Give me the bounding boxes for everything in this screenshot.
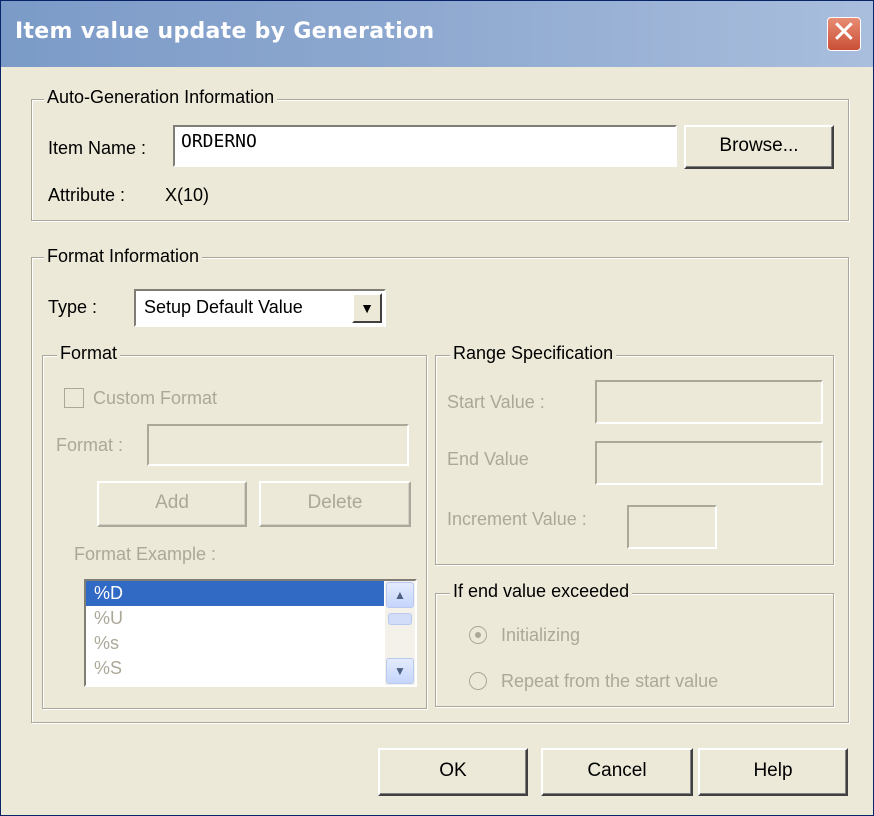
range-specification-legend: Range Specification [450, 343, 617, 364]
list-item[interactable]: %S [86, 656, 384, 681]
browse-button[interactable]: Browse... [684, 125, 834, 169]
format-example-label: Format Example : [74, 544, 217, 564]
chevron-down-icon[interactable]: ▼ [352, 293, 382, 323]
add-button[interactable]: Add [97, 481, 247, 527]
custom-format-label: Custom Format [93, 388, 218, 408]
repeat-label: Repeat from the start value [501, 671, 719, 691]
scroll-thumb[interactable] [388, 613, 412, 625]
end-value-label: End Value [447, 449, 529, 469]
type-select[interactable]: Setup Default Value ▼ [134, 289, 386, 327]
format-label: Format : [56, 435, 124, 455]
help-button[interactable]: Help [698, 748, 848, 796]
scroll-down-icon[interactable]: ▼ [386, 658, 414, 684]
item-name-label: Item Name : [48, 138, 147, 158]
list-item[interactable]: %U [86, 606, 384, 631]
close-icon[interactable]: ✕ [827, 17, 861, 51]
delete-button[interactable]: Delete [259, 481, 411, 527]
attribute-label: Attribute : [48, 185, 126, 205]
format-information-legend: Format Information [44, 246, 203, 267]
radio-selected-dot [475, 632, 481, 638]
format-legend: Format [57, 343, 121, 364]
cancel-button[interactable]: Cancel [541, 748, 693, 796]
auto-generation-legend: Auto-Generation Information [44, 87, 278, 108]
increment-value-label: Increment Value : [447, 509, 587, 529]
format-input[interactable] [147, 424, 409, 466]
start-value-label: Start Value : [447, 392, 545, 412]
type-select-value: Setup Default Value [144, 297, 303, 317]
start-value-input[interactable] [595, 380, 823, 424]
increment-value-input[interactable] [627, 505, 717, 549]
item-name-input[interactable]: ORDERNO [173, 125, 677, 167]
list-item[interactable]: %s [86, 631, 384, 656]
scroll-up-icon[interactable]: ▲ [386, 582, 414, 608]
attribute-value: X(10) [165, 185, 210, 205]
ok-button[interactable]: OK [378, 748, 528, 796]
format-example-list[interactable]: %D %U %s %S ▲ ▼ [84, 579, 417, 687]
title-bar[interactable]: Item value update by Generation ✕ [1, 1, 873, 67]
dialog-title: Item value update by Generation [15, 19, 435, 44]
list-scrollbar[interactable]: ▲ ▼ [385, 581, 415, 685]
radio-initializing[interactable] [469, 626, 487, 644]
custom-format-checkbox[interactable] [64, 388, 84, 408]
dialog-window: Item value update by Generation ✕ Auto-G… [0, 0, 874, 816]
type-label: Type : [48, 297, 98, 317]
initializing-label: Initializing [501, 625, 581, 645]
list-item[interactable]: %D [86, 581, 384, 606]
end-value-input[interactable] [595, 441, 823, 485]
radio-repeat[interactable] [469, 672, 487, 690]
end-exceeded-legend: If end value exceeded [450, 581, 633, 602]
